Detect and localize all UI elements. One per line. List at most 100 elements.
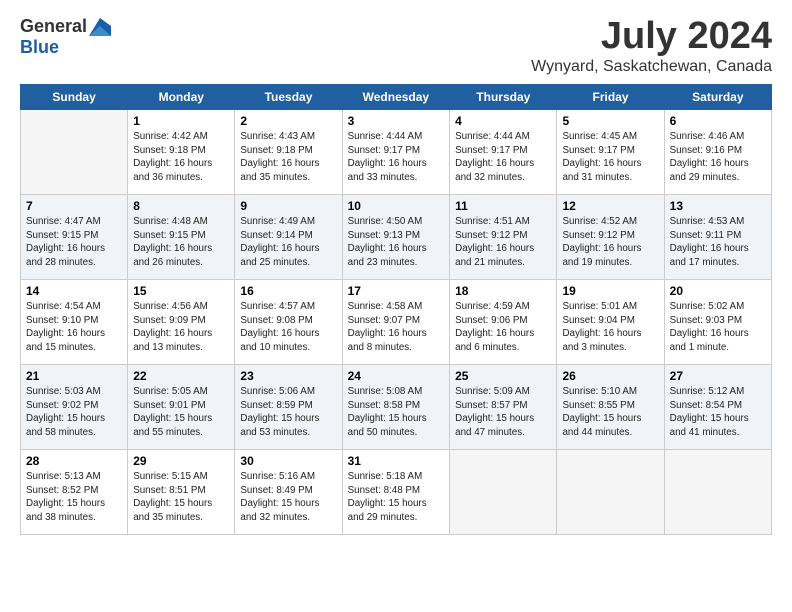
day-info: Sunrise: 4:56 AM Sunset: 9:09 PM Dayligh… [133,300,229,355]
day-info: Sunrise: 4:42 AM Sunset: 9:18 PM Dayligh… [133,130,229,185]
calendar-cell: 7 Sunrise: 4:47 AM Sunset: 9:15 PM Daylig… [21,194,128,279]
calendar-cell: 5 Sunrise: 4:45 AM Sunset: 9:17 PM Daylig… [557,109,664,194]
calendar-cell: 13 Sunrise: 4:53 AM Sunset: 9:11 PM Dayli… [664,194,771,279]
day-info: Sunrise: 4:43 AM Sunset: 9:18 PM Dayligh… [240,130,336,185]
day-info: Sunrise: 4:59 AM Sunset: 9:06 PM Dayligh… [455,300,551,355]
page: General Blue July 2024 Wynyard, Saskatch… [0,0,792,612]
calendar-cell: 10 Sunrise: 4:50 AM Sunset: 9:13 PM Dayli… [342,194,450,279]
title-section: July 2024 Wynyard, Saskatchewan, Canada [531,16,772,76]
calendar-cell: 18 Sunrise: 4:59 AM Sunset: 9:06 PM Dayli… [450,279,557,364]
day-info: Sunrise: 4:50 AM Sunset: 9:13 PM Dayligh… [348,215,445,270]
month-title: July 2024 [531,16,772,58]
calendar-cell: 4Sunrise: 4:44 AM Sunset: 9:17 PM Daylig… [450,109,557,194]
day-info: Sunrise: 4:49 AM Sunset: 9:14 PM Dayligh… [240,215,336,270]
day-info: Sunrise: 4:45 AM Sunset: 9:17 PM Dayligh… [562,130,658,185]
calendar-cell: 19 Sunrise: 5:01 AM Sunset: 9:04 PM Dayli… [557,279,664,364]
header-saturday: Saturday [664,84,771,109]
calendar-cell: 24 Sunrise: 5:08 AM Sunset: 8:58 PM Dayli… [342,364,450,449]
day-info: Sunrise: 5:13 AM Sunset: 8:52 PM Dayligh… [26,470,122,525]
day-info: Sunrise: 5:10 AM Sunset: 8:55 PM Dayligh… [562,385,658,440]
calendar-cell: 9Sunrise: 4:49 AM Sunset: 9:14 PM Daylig… [235,194,342,279]
calendar-week-5: 28 Sunrise: 5:13 AM Sunset: 8:52 PM Dayli… [21,449,772,534]
day-number: 10 [348,199,445,213]
calendar-cell: 16Sunrise: 4:57 AM Sunset: 9:08 PM Dayli… [235,279,342,364]
day-info: Sunrise: 5:01 AM Sunset: 9:04 PM Dayligh… [562,300,658,355]
location: Wynyard, Saskatchewan, Canada [531,58,772,76]
calendar-cell: 11 Sunrise: 4:51 AM Sunset: 9:12 PM Dayli… [450,194,557,279]
day-number: 12 [562,199,658,213]
day-number: 25 [455,369,551,383]
header-thursday: Thursday [450,84,557,109]
day-number: 8 [133,199,229,213]
day-number: 20 [670,284,766,298]
day-number: 5 [562,114,658,128]
day-number: 1 [133,114,229,128]
calendar-cell: 28 Sunrise: 5:13 AM Sunset: 8:52 PM Dayli… [21,449,128,534]
header-monday: Monday [128,84,235,109]
day-info: Sunrise: 5:16 AM Sunset: 8:49 PM Dayligh… [240,470,336,525]
day-info: Sunrise: 4:47 AM Sunset: 9:15 PM Dayligh… [26,215,122,270]
calendar-cell: 12Sunrise: 4:52 AM Sunset: 9:12 PM Dayli… [557,194,664,279]
calendar-cell: 20 Sunrise: 5:02 AM Sunset: 9:03 PM Dayli… [664,279,771,364]
day-number: 18 [455,284,551,298]
header-friday: Friday [557,84,664,109]
day-number: 13 [670,199,766,213]
day-info: Sunrise: 4:53 AM Sunset: 9:11 PM Dayligh… [670,215,766,270]
day-info: Sunrise: 5:02 AM Sunset: 9:03 PM Dayligh… [670,300,766,355]
day-info: Sunrise: 5:05 AM Sunset: 9:01 PM Dayligh… [133,385,229,440]
day-number: 21 [26,369,122,383]
day-info: Sunrise: 5:08 AM Sunset: 8:58 PM Dayligh… [348,385,445,440]
day-number: 2 [240,114,336,128]
day-number: 7 [26,199,122,213]
logo: General Blue [20,16,111,58]
day-number: 24 [348,369,445,383]
day-number: 30 [240,454,336,468]
calendar-cell: 6Sunrise: 4:46 AM Sunset: 9:16 PM Daylig… [664,109,771,194]
calendar-cell: 8 Sunrise: 4:48 AM Sunset: 9:15 PM Daylig… [128,194,235,279]
day-number: 11 [455,199,551,213]
day-number: 19 [562,284,658,298]
calendar-cell: 17 Sunrise: 4:58 AM Sunset: 9:07 PM Dayli… [342,279,450,364]
calendar-cell [664,449,771,534]
day-number: 6 [670,114,766,128]
day-number: 4 [455,114,551,128]
day-info: Sunrise: 4:44 AM Sunset: 9:17 PM Dayligh… [348,130,445,185]
day-number: 28 [26,454,122,468]
calendar-cell: 26 Sunrise: 5:10 AM Sunset: 8:55 PM Dayli… [557,364,664,449]
day-info: Sunrise: 4:54 AM Sunset: 9:10 PM Dayligh… [26,300,122,355]
header-tuesday: Tuesday [235,84,342,109]
day-info: Sunrise: 4:57 AM Sunset: 9:08 PM Dayligh… [240,300,336,355]
calendar-cell: 22Sunrise: 5:05 AM Sunset: 9:01 PM Dayli… [128,364,235,449]
day-info: Sunrise: 4:48 AM Sunset: 9:15 PM Dayligh… [133,215,229,270]
day-number: 17 [348,284,445,298]
header-sunday: Sunday [21,84,128,109]
logo-general-text: General [20,16,87,37]
day-info: Sunrise: 5:09 AM Sunset: 8:57 PM Dayligh… [455,385,551,440]
day-info: Sunrise: 5:12 AM Sunset: 8:54 PM Dayligh… [670,385,766,440]
day-number: 27 [670,369,766,383]
day-info: Sunrise: 5:03 AM Sunset: 9:02 PM Dayligh… [26,385,122,440]
day-info: Sunrise: 5:15 AM Sunset: 8:51 PM Dayligh… [133,470,229,525]
calendar-cell: 29 Sunrise: 5:15 AM Sunset: 8:51 PM Dayli… [128,449,235,534]
calendar-cell [21,109,128,194]
calendar-table: Sunday Monday Tuesday Wednesday Thursday… [20,84,772,535]
day-number: 29 [133,454,229,468]
day-info: Sunrise: 4:58 AM Sunset: 9:07 PM Dayligh… [348,300,445,355]
logo-icon [89,18,111,36]
calendar-cell: 3 Sunrise: 4:44 AM Sunset: 9:17 PM Daylig… [342,109,450,194]
calendar-cell: 15Sunrise: 4:56 AM Sunset: 9:09 PM Dayli… [128,279,235,364]
calendar-week-2: 7 Sunrise: 4:47 AM Sunset: 9:15 PM Daylig… [21,194,772,279]
header: General Blue July 2024 Wynyard, Saskatch… [20,16,772,76]
calendar-week-4: 21 Sunrise: 5:03 AM Sunset: 9:02 PM Dayli… [21,364,772,449]
calendar-cell: 25 Sunrise: 5:09 AM Sunset: 8:57 PM Dayli… [450,364,557,449]
day-number: 31 [348,454,445,468]
day-number: 3 [348,114,445,128]
day-info: Sunrise: 5:18 AM Sunset: 8:48 PM Dayligh… [348,470,445,525]
day-number: 23 [240,369,336,383]
calendar-cell: 2 Sunrise: 4:43 AM Sunset: 9:18 PM Daylig… [235,109,342,194]
day-info: Sunrise: 4:51 AM Sunset: 9:12 PM Dayligh… [455,215,551,270]
day-info: Sunrise: 5:06 AM Sunset: 8:59 PM Dayligh… [240,385,336,440]
day-number: 26 [562,369,658,383]
calendar-week-3: 14Sunrise: 4:54 AM Sunset: 9:10 PM Dayli… [21,279,772,364]
calendar-header-row: Sunday Monday Tuesday Wednesday Thursday… [21,84,772,109]
